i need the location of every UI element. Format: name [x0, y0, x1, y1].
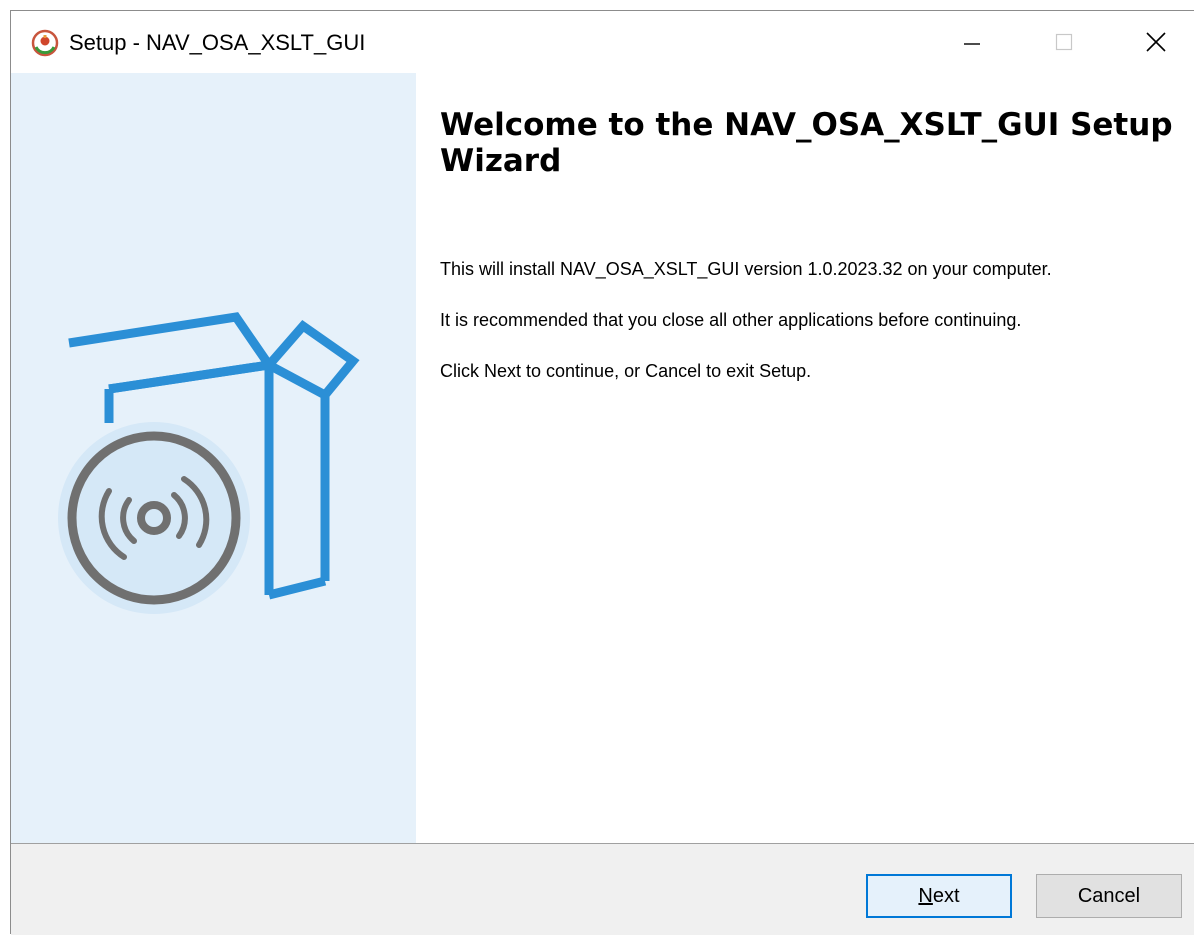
close-button[interactable]	[1110, 11, 1194, 73]
button-bar: Next Cancel	[11, 843, 1194, 935]
next-mnemonic: N	[918, 884, 933, 907]
next-button[interactable]: Next	[866, 874, 1012, 918]
next-label-rest: ext	[932, 884, 960, 907]
instruction-text: Click Next to continue, or Cancel to exi…	[440, 361, 812, 381]
window-title: Setup - NAV_OSA_XSLT_GUI	[69, 30, 366, 55]
wizard-sidebar	[11, 73, 416, 843]
cancel-button[interactable]: Cancel	[1036, 874, 1182, 918]
title-bar[interactable]: Setup - NAV_OSA_XSLT_GUI	[11, 11, 1194, 73]
close-icon	[1146, 32, 1166, 52]
recommendation-text: It is recommended that you close all oth…	[440, 310, 1022, 330]
wizard-content: Welcome to the NAV_OSA_XSLT_GUI Setup Wi…	[416, 73, 1194, 843]
maximize-icon	[1055, 33, 1073, 51]
page-title: Welcome to the NAV_OSA_XSLT_GUI Setup Wi…	[440, 107, 1173, 179]
box-with-disc-illustration	[58, 312, 360, 614]
minimize-icon	[964, 43, 980, 45]
install-info-text: This will install NAV_OSA_XSLT_GUI versi…	[440, 259, 1052, 279]
maximize-button[interactable]	[1018, 11, 1110, 73]
minimize-button[interactable]	[926, 11, 1018, 73]
setup-window: Setup - NAV_OSA_XSLT_GUI Welcome to the …	[10, 10, 1194, 935]
installer-app-icon	[31, 29, 59, 57]
